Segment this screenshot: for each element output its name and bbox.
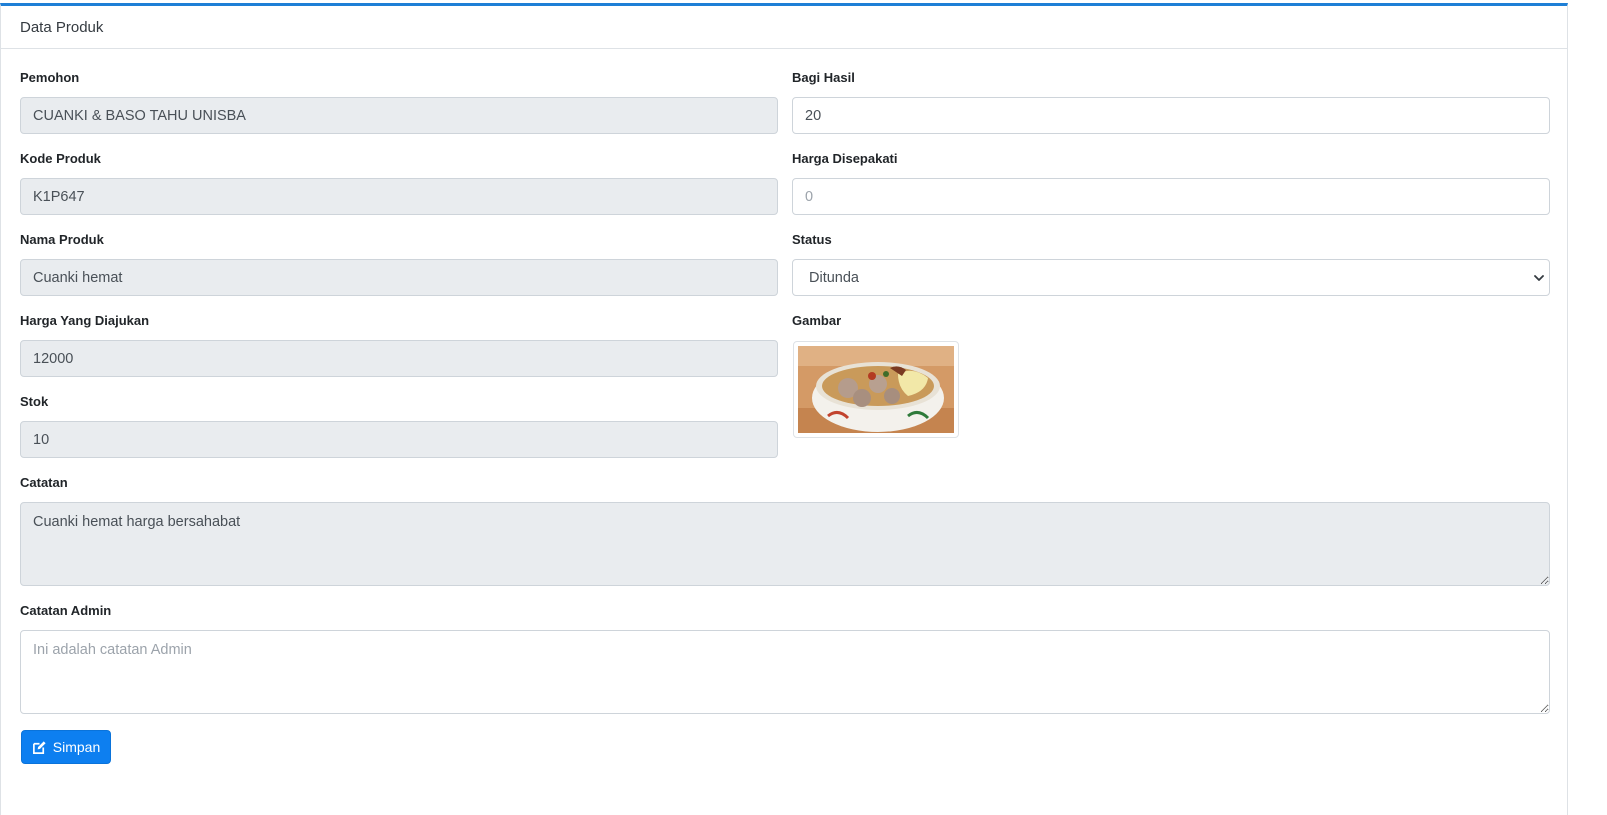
catatan-admin-label: Catatan Admin xyxy=(20,603,112,618)
nama-produk-label: Nama Produk xyxy=(20,232,104,247)
pemohon-label: Pemohon xyxy=(20,70,80,85)
card-header: Data Produk xyxy=(1,6,1567,49)
save-button[interactable]: Simpan xyxy=(21,730,111,764)
harga-diajukan-label: Harga Yang Diajukan xyxy=(20,313,150,328)
product-card: Data Produk Pemohon Kode Produk Nama Pro… xyxy=(0,3,1568,815)
pemohon-input[interactable] xyxy=(20,97,778,134)
edit-icon xyxy=(32,740,46,754)
catatan-admin-textarea[interactable] xyxy=(20,630,1550,714)
harga-diajukan-input[interactable] xyxy=(20,340,778,377)
harga-disepakati-label: Harga Disepakati xyxy=(792,151,898,166)
nama-produk-input[interactable] xyxy=(20,259,778,296)
kode-produk-input[interactable] xyxy=(20,178,778,215)
catatan-textarea[interactable]: Cuanki hemat harga bersahabat xyxy=(20,502,1550,586)
status-select[interactable]: Ditunda xyxy=(792,259,1550,296)
bagi-hasil-label: Bagi Hasil xyxy=(792,70,855,85)
food-bowl-photo xyxy=(798,346,954,433)
gambar-label: Gambar xyxy=(792,313,842,328)
kode-produk-label: Kode Produk xyxy=(20,151,101,166)
catatan-label: Catatan xyxy=(20,475,68,490)
stok-label: Stok xyxy=(20,394,49,409)
harga-disepakati-input[interactable] xyxy=(792,178,1550,215)
page-title: Data Produk xyxy=(20,18,104,36)
save-button-label: Simpan xyxy=(52,739,101,755)
status-label: Status xyxy=(792,232,832,247)
bagi-hasil-input[interactable] xyxy=(792,97,1550,134)
product-image-thumbnail[interactable] xyxy=(793,341,959,438)
stok-input[interactable] xyxy=(20,421,778,458)
